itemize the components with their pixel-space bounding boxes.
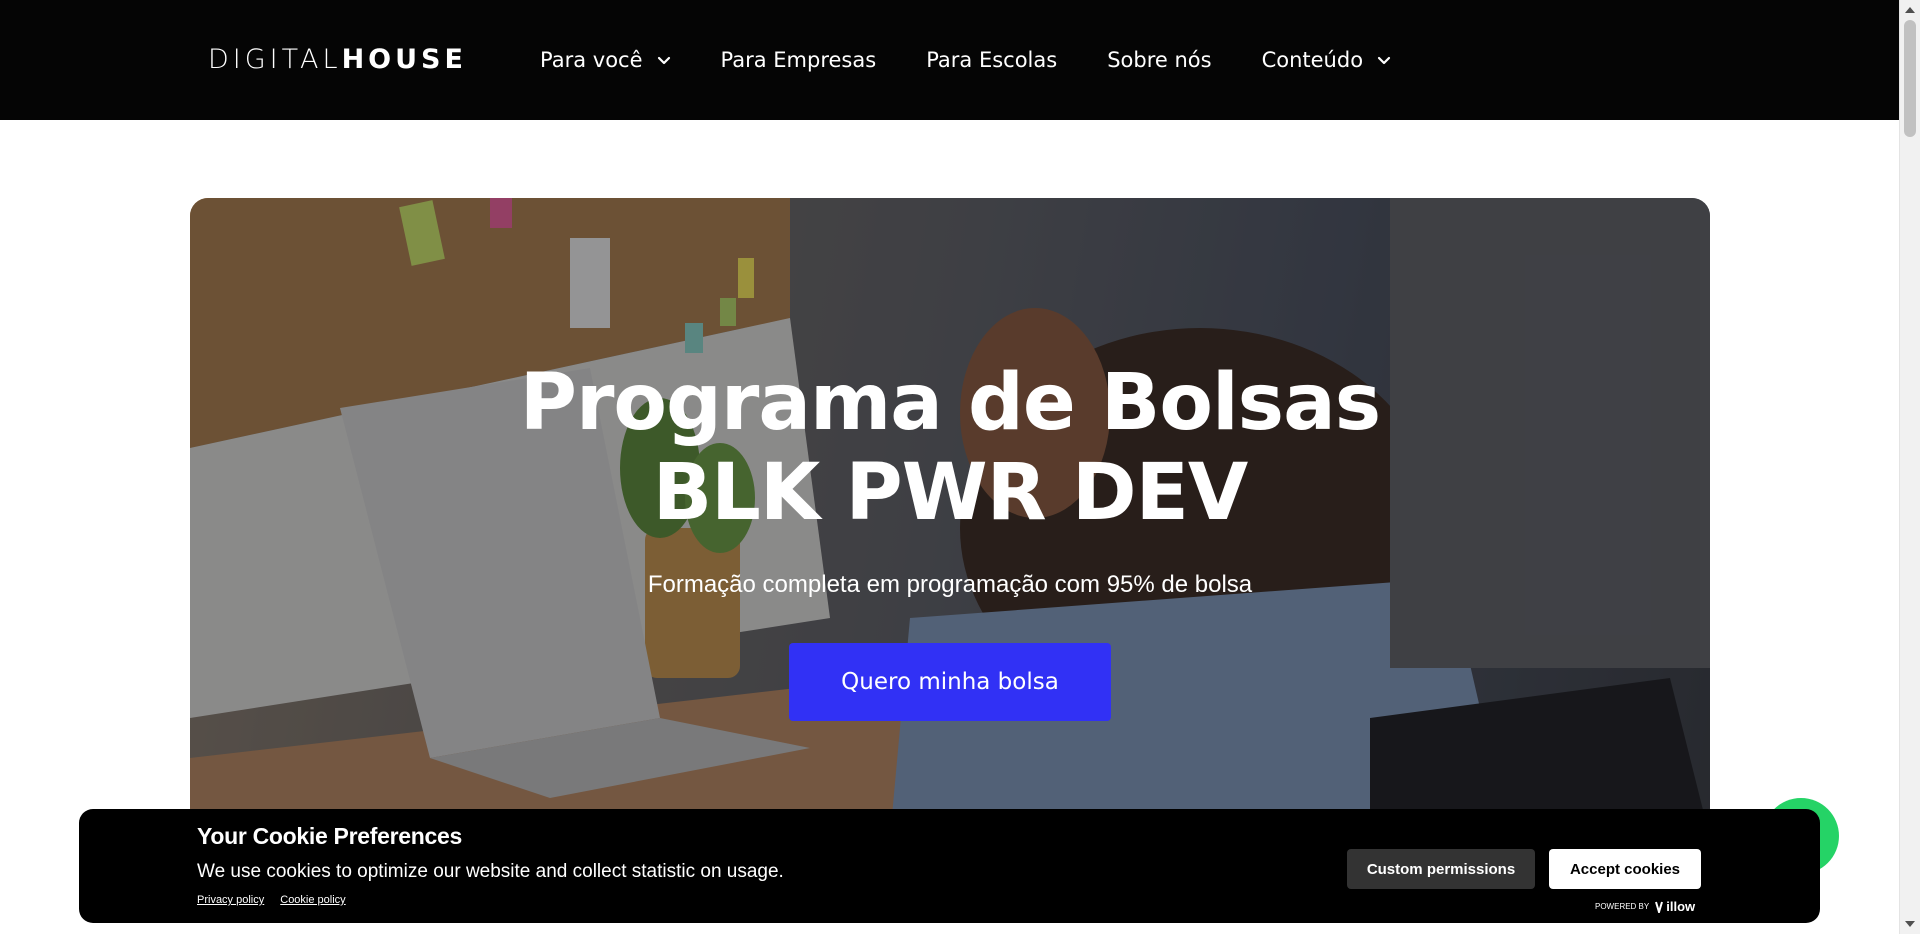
illow-logo[interactable]: illow xyxy=(1654,899,1695,914)
scrollbar-thumb[interactable] xyxy=(1904,20,1916,137)
chevron-down-icon xyxy=(1377,53,1391,67)
chevron-down-icon xyxy=(657,53,671,67)
scroll-up-arrow-icon[interactable] xyxy=(1905,7,1915,13)
hero-title-line1: Programa de Bolsas xyxy=(519,358,1381,448)
logo-light-text: DIGITAL xyxy=(208,44,342,75)
nav-label: Para Empresas xyxy=(720,48,877,72)
cookie-banner: Your Cookie Preferences We use cookies t… xyxy=(79,809,1820,923)
accept-cookies-button[interactable]: Accept cookies xyxy=(1549,849,1701,889)
nav-item-para-escolas[interactable]: Para Escolas xyxy=(926,46,1057,74)
site-header: DIGITALHOUSE Para você Para Empresas Par… xyxy=(0,0,1899,120)
powered-by-label: POWERED BY xyxy=(1595,902,1650,911)
hero-banner: Programa de Bolsas BLK PWR DEV Formação … xyxy=(190,198,1710,838)
nav-label: Para você xyxy=(540,48,643,72)
illow-icon xyxy=(1655,901,1664,913)
hero-title: Programa de Bolsas BLK PWR DEV xyxy=(190,358,1710,538)
logo-bold-text: HOUSE xyxy=(341,44,467,75)
privacy-policy-link[interactable]: Privacy policy xyxy=(197,894,264,906)
hero-title-line2: BLK PWR DEV xyxy=(652,448,1249,538)
nav-label: Para Escolas xyxy=(926,48,1058,72)
page-scrollbar[interactable] xyxy=(1899,0,1920,934)
digitalhouse-logo[interactable]: DIGITALHOUSE xyxy=(208,46,467,74)
main-nav: Para você Para Empresas Para Escolas Sob… xyxy=(540,46,1441,74)
nav-item-sobre-nos[interactable]: Sobre nós xyxy=(1107,46,1211,74)
powered-by: POWERED BY illow xyxy=(1595,899,1695,914)
cookie-policy-link[interactable]: Cookie policy xyxy=(280,894,345,906)
quero-minha-bolsa-button[interactable]: Quero minha bolsa xyxy=(789,643,1111,721)
hero-subtitle: Formação completa em programação com 95%… xyxy=(647,571,1253,598)
scroll-down-arrow-icon[interactable] xyxy=(1905,921,1915,927)
custom-permissions-button[interactable]: Custom permissions xyxy=(1347,849,1535,889)
cookie-description: We use cookies to optimize our website a… xyxy=(197,861,784,882)
nav-item-conteudo[interactable]: Conteúdo xyxy=(1262,46,1391,74)
nav-label: Sobre nós xyxy=(1107,48,1212,72)
nav-item-para-empresas[interactable]: Para Empresas xyxy=(721,46,877,74)
nav-label: Conteúdo xyxy=(1261,48,1364,72)
illow-brand-text: illow xyxy=(1666,899,1696,914)
cookie-title: Your Cookie Preferences xyxy=(197,823,462,849)
nav-item-para-voce[interactable]: Para você xyxy=(540,46,671,74)
cookie-links: Privacy policy Cookie policy xyxy=(197,894,362,906)
